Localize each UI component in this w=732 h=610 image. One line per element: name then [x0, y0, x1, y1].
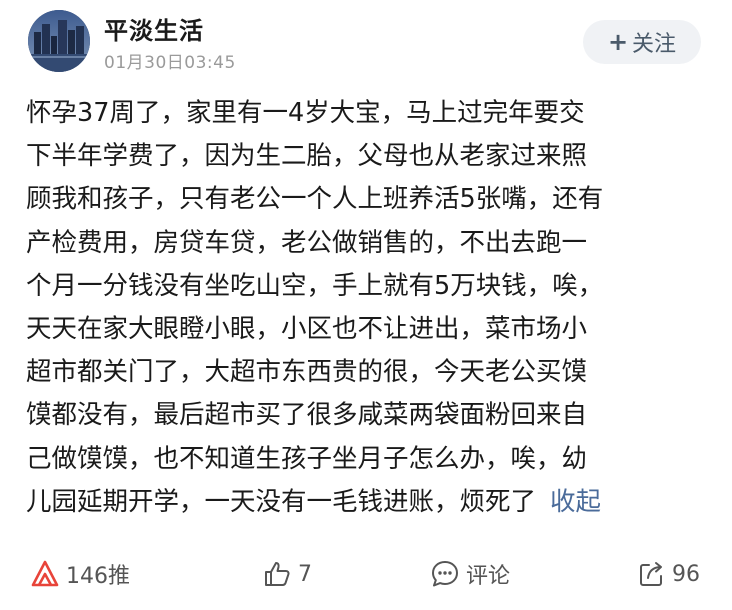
- post-line: 产检费用，房贷车贷，老公做销售的，不出去跑一: [26, 227, 588, 258]
- comment-label: 评论: [466, 564, 511, 589]
- post-page: 平淡生活 01月30日03:45 + 关注 怀孕37周了，家里有一4岁大宝，马上…: [0, 0, 732, 610]
- post-time: 01月30日03:45: [104, 53, 236, 73]
- thumbs-up-icon: [262, 559, 292, 589]
- avatar-image: [28, 10, 90, 72]
- plus-icon: +: [607, 28, 629, 56]
- post-body: 怀孕37周了，家里有一4岁大宝，马上过完年要交 下半年学费了，因为生二胎，父母也…: [26, 92, 710, 524]
- comment-button[interactable]: 评论: [430, 552, 510, 596]
- post-line: 馍都没有，最后超市买了很多咸菜两袋面粉回来自: [26, 400, 588, 431]
- author-name[interactable]: 平淡生活: [104, 11, 204, 46]
- post-line-text: 儿园延期开学，一天没有一毛钱进账，烦死了: [26, 486, 537, 517]
- avatar[interactable]: [28, 10, 90, 72]
- like-button[interactable]: 7: [262, 552, 312, 596]
- recommend-button[interactable]: 146推: [30, 552, 130, 596]
- post-line: 下半年学费了，因为生二胎，父母也从老家过来照: [26, 141, 588, 172]
- like-count: 7: [298, 561, 312, 587]
- follow-label: 关注: [632, 32, 677, 57]
- post-line: 己做馍馍，也不知道生孩子坐月子怎么办，唉，幼: [26, 443, 588, 474]
- collapse-link[interactable]: 收起: [550, 487, 601, 517]
- post-line: 天天在家大眼瞪小眼，小区也不让进出，菜市场小: [26, 314, 588, 345]
- comment-icon: [430, 559, 460, 589]
- share-count: 96: [672, 561, 700, 587]
- post-line: 顾我和孩子，只有老公一个人上班养活5张嘴，还有: [26, 184, 604, 215]
- post-last-line: 儿园延期开学，一天没有一毛钱进账，烦死了 收起: [26, 481, 710, 524]
- recommend-count: 146推: [66, 564, 130, 589]
- post-line: 超市都关门了，大超市东西贵的很，今天老公买馍: [26, 357, 588, 388]
- share-button[interactable]: 96: [636, 552, 700, 596]
- action-bar: 146推 7 评论 96: [0, 552, 732, 596]
- follow-button[interactable]: + 关注: [583, 20, 701, 64]
- share-icon: [636, 559, 666, 589]
- post-line: 个月一分钱没有坐吃山空，手上就有5万块钱，唉，: [26, 270, 604, 301]
- post-line: 怀孕37周了，家里有一4岁大宝，马上过完年要交: [26, 98, 585, 128]
- recommend-icon: [30, 559, 60, 589]
